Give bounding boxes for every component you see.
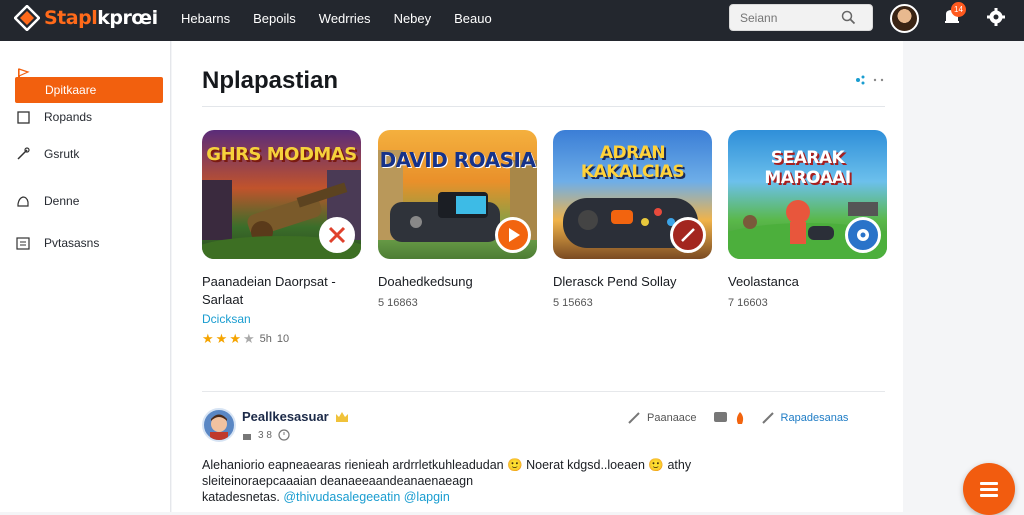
top-bar: Staplkprœi Hebarns Bepoils Wedrries Nebe… xyxy=(0,0,1024,41)
count-text: 10 xyxy=(276,333,290,345)
nav-link-4[interactable]: Nebey xyxy=(394,11,432,27)
sidebar-item-5[interactable]: Pvtasasns xyxy=(15,230,163,256)
nav-link-1[interactable]: Hebarns xyxy=(181,11,230,27)
game-thumbnail[interactable]: GHRS MODMAS xyxy=(202,130,361,259)
title-tools xyxy=(855,75,885,85)
grid-icon xyxy=(15,235,31,251)
menu-icon xyxy=(980,482,998,497)
more-icon[interactable] xyxy=(873,77,885,83)
sidebar-item-label: Denne xyxy=(44,194,80,208)
game-thumbnail[interactable]: DAVID ROASIA xyxy=(378,130,537,259)
post-actions: Paanaace Rapadesanas xyxy=(627,411,864,425)
share-icon[interactable] xyxy=(855,75,865,85)
game-title[interactable]: Dlerasck Pend Sollay xyxy=(553,273,712,291)
sidebar-item-label: Dpitkaare xyxy=(45,83,97,97)
flag-icon xyxy=(18,68,30,87)
star-icon: ★ xyxy=(202,331,214,346)
hand-icon xyxy=(15,193,31,209)
nav-link-2[interactable]: Bepoils xyxy=(253,11,296,27)
game-meta: 5 16863 xyxy=(378,297,418,309)
close-icon[interactable] xyxy=(319,217,355,253)
nav-link-3[interactable]: Wedrries xyxy=(319,11,371,27)
flame-icon xyxy=(736,412,743,424)
sidebar-item-3[interactable]: Gsrutk xyxy=(15,141,163,167)
game-title[interactable]: Doahedkedsung xyxy=(378,273,537,291)
game-card[interactable]: DAVID ROASIA Doahedkedsung 5 16863 xyxy=(378,130,537,309)
post-action-3[interactable]: Rapadesanas xyxy=(761,411,848,425)
search-box xyxy=(729,4,873,31)
logo-text: Staplkprœi xyxy=(44,7,158,29)
divider xyxy=(202,106,885,107)
game-card[interactable]: SEARAK MAROAAI Veolastanca 7 16603 xyxy=(728,130,887,309)
star-icon: ★ xyxy=(229,331,241,346)
game-banner: GHRS MODMAS xyxy=(206,144,357,165)
game-title[interactable]: Paanadeian Daorpsat - Sarlaat xyxy=(202,273,361,309)
post-action-2[interactable] xyxy=(713,411,745,425)
sidebar-item-1[interactable]: Dpitkaare xyxy=(15,77,163,103)
user-avatar[interactable] xyxy=(890,4,919,33)
like-icon[interactable] xyxy=(242,430,252,440)
game-banner: DAVID ROASIA xyxy=(379,148,536,172)
comment-icon xyxy=(713,412,727,422)
main-nav: Hebarns Bepoils Wedrries Nebey Beauo xyxy=(181,11,515,27)
game-link[interactable]: Dcicksan xyxy=(202,312,361,326)
search-icon[interactable] xyxy=(841,10,856,25)
post-tag[interactable]: @thivudasalegeeatin @lapgin xyxy=(283,490,449,504)
game-meta: 7 16603 xyxy=(728,297,768,309)
logo-icon xyxy=(14,5,40,31)
pencil-icon xyxy=(761,412,774,424)
post-avatar[interactable] xyxy=(202,408,236,442)
crown-icon xyxy=(335,411,348,422)
sidebar-item-label: Ropands xyxy=(44,110,93,124)
game-card[interactable]: ADRAN KAKALCIAS Dlerasck Pend Sollay 5 1… xyxy=(553,130,712,309)
star-icon: ★ xyxy=(215,331,228,346)
game-title[interactable]: Veolastanca xyxy=(728,273,887,291)
pen-icon xyxy=(15,146,31,162)
notification-badge: 14 xyxy=(951,2,966,17)
sidebar-item-2[interactable]: Ropands xyxy=(15,104,163,130)
rating-text: 5h xyxy=(259,333,272,345)
square-icon xyxy=(15,109,31,125)
edit-icon[interactable] xyxy=(670,217,706,253)
search-input[interactable] xyxy=(730,5,840,30)
sidebar: Dpitkaare Ropands Gsrutk Denne Pvtasasns xyxy=(0,41,171,512)
play-icon[interactable] xyxy=(495,217,531,253)
star-half-icon: ★ xyxy=(242,331,255,346)
logo[interactable]: Staplkprœi xyxy=(14,5,158,31)
star-rating: ★ ★ ★ ★ 5h 10 xyxy=(202,331,361,347)
settings-icon[interactable] xyxy=(845,217,881,253)
nav-link-5[interactable]: Beauo xyxy=(454,11,492,27)
game-banner: SEARAK MAROAAI xyxy=(764,148,851,188)
divider xyxy=(202,391,885,392)
post-username[interactable]: Peallkesasuar xyxy=(242,409,349,424)
clock-icon xyxy=(278,429,290,441)
sidebar-item-label: Pvtasasns xyxy=(44,236,100,250)
gear-icon[interactable] xyxy=(986,7,1006,27)
game-banner: ADRAN KAKALCIAS xyxy=(580,143,685,182)
sidebar-item-label: Gsrutk xyxy=(44,147,80,161)
post-body: Alehaniorio eapneaearas rienieah ardrrle… xyxy=(202,458,692,504)
menu-fab-button[interactable] xyxy=(963,463,1015,515)
sidebar-item-4[interactable]: Denne xyxy=(15,188,163,214)
pencil-icon xyxy=(628,412,640,424)
game-meta: 5 15663 xyxy=(553,297,593,309)
game-thumbnail[interactable]: SEARAK MAROAAI xyxy=(728,130,887,259)
game-thumbnail[interactable]: ADRAN KAKALCIAS xyxy=(553,130,712,259)
page-title: Nplapastian xyxy=(202,67,339,94)
main-panel: Nplapastian GHRS MODMAS Paanadeian Daorp… xyxy=(172,41,903,512)
post-meta: 3 8 xyxy=(242,429,290,441)
game-card[interactable]: GHRS MODMAS Paanadeian Daorpsat - Sarlaat… xyxy=(202,130,361,347)
post-action-1[interactable]: Paanaace xyxy=(627,411,697,425)
